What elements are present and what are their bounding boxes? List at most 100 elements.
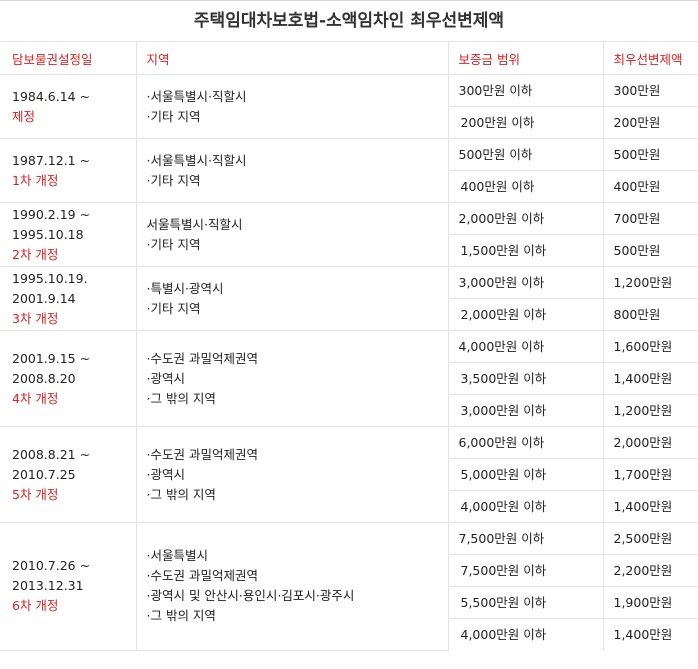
- payout-cell: 2,500만원: [602, 522, 698, 555]
- region-item: ·광역시 및 안산시·용인시·김포시·광주시: [146, 588, 355, 604]
- table-row: 2001.9.15 ~ 2008.8.20 4차 개정 ·수도권 과밀억제권역 ·광역시…: [0, 330, 698, 427]
- payout-cell: 400만원: [602, 170, 698, 203]
- date-text: 1995.10.18: [12, 226, 84, 242]
- date-text: 2013.12.31: [12, 578, 84, 594]
- deposit-range-cell: 500만원 이하: [447, 138, 604, 171]
- date-range-cell: 1990.2.19 ~ 1995.10.18 2차 개정: [0, 202, 137, 267]
- header-region: 지역: [135, 41, 448, 75]
- deposit-range-cell: 2,000만원 이하: [447, 202, 604, 235]
- payout-cell: 800만원: [602, 298, 698, 331]
- region-item: ·광역시: [146, 466, 185, 482]
- deposit-range-cell: 1,500만원 이하: [448, 234, 604, 267]
- payout-cell: 1,700만원: [602, 458, 698, 491]
- deposit-range-cell: 2,000만원 이하: [448, 298, 604, 331]
- payout-cell: 1,400만원: [602, 490, 698, 523]
- date-range-cell: 2008.8.21 ~ 2010.7.25 5차 개정: [0, 426, 137, 523]
- region-item: 서울특별시·직할시: [146, 216, 243, 232]
- region-item: ·기타 지역: [146, 108, 201, 124]
- payout-cell: 500만원: [602, 138, 698, 171]
- deposit-range-cell: 3,500만원 이하: [448, 362, 604, 395]
- header-deposit: 보증금 범위: [447, 41, 603, 75]
- table-body: 1984.6.14 ~ 제정 ·서울특별시·직할시 ·기타 지역 300만원 이하 300…: [0, 74, 698, 651]
- date-range-cell: 2001.9.15 ~ 2008.8.20 4차 개정: [0, 330, 137, 427]
- deposit-range-cell: 300만원 이하: [447, 74, 604, 107]
- date-text: 2001.9.14: [12, 290, 76, 306]
- date-text: 1984.6.14 ~: [12, 88, 91, 104]
- deposit-range-cell: 5,000만원 이하: [448, 458, 604, 491]
- region-cell: ·수도권 과밀억제권역 ·광역시 ·그 밖의 지역: [135, 426, 449, 523]
- date-text: 2010.7.25: [12, 466, 76, 482]
- region-item: ·광역시: [146, 370, 185, 386]
- region-item: ·서울특별시·직할시: [146, 88, 247, 104]
- payout-cell: 2,200만원: [602, 554, 698, 587]
- deposit-range-cell: 200만원 이하: [448, 106, 604, 139]
- deposit-range-cell: 6,000만원 이하: [447, 426, 604, 459]
- date-text: 1990.2.19 ~: [12, 206, 91, 222]
- deposit-range-cell: 3,000만원 이하: [448, 394, 604, 427]
- region-item: ·수도권 과밀억제권역: [146, 568, 258, 584]
- deposit-range-cell: 7,500만원 이하: [448, 554, 604, 587]
- revision-label: 제정: [12, 108, 36, 124]
- revision-label: 3차 개정: [12, 310, 59, 326]
- region-cell: ·수도권 과밀억제권역 ·광역시 ·그 밖의 지역: [135, 330, 449, 427]
- region-item: ·수도권 과밀억제권역: [146, 446, 258, 462]
- region-cell: ·서울특별시·직할시 ·기타 지역: [135, 74, 449, 139]
- revision-label: 1차 개정: [12, 172, 59, 188]
- deposit-range-cell: 400만원 이하: [448, 170, 604, 203]
- table-row: 2010.7.26 ~ 2013.12.31 6차 개정 ·서울특별시 ·수도권 과밀억…: [0, 522, 698, 651]
- date-text: 1995.10.19.: [12, 270, 88, 286]
- date-text: 1987.12.1 ~: [12, 152, 91, 168]
- table-row: 1995.10.19. 2001.9.14 3차 개정 ·특별시·광역시 ·기타 지역 3…: [0, 266, 698, 331]
- region-cell: ·특별시·광역시 ·기타 지역: [135, 266, 449, 331]
- date-range-cell: 1987.12.1 ~ 1차 개정: [0, 138, 137, 203]
- payout-cell: 1,900만원: [602, 586, 698, 619]
- payout-cell: 1,400만원: [602, 362, 698, 395]
- page-title: 주택임대차보호법-소액임차인 최우선변제액: [0, 0, 698, 41]
- page: 주택임대차보호법-소액임차인 최우선변제액 담보물권설정일 지역 보증금 범위 …: [0, 0, 698, 669]
- date-text: 2001.9.15 ~: [12, 350, 91, 366]
- date-range-cell: 1995.10.19. 2001.9.14 3차 개정: [0, 266, 137, 331]
- payout-cell: 300만원: [602, 74, 698, 107]
- date-text: 2008.8.20: [12, 370, 76, 386]
- date-range-cell: 1984.6.14 ~ 제정: [0, 74, 137, 139]
- region-item: ·그 밖의 지역: [146, 486, 216, 502]
- date-range-cell: 2010.7.26 ~ 2013.12.31 6차 개정: [0, 522, 137, 651]
- deposit-range-cell: 4,000만원 이하: [448, 618, 604, 650]
- table-row: 2008.8.21 ~ 2010.7.25 5차 개정 ·수도권 과밀억제권역 ·광역시…: [0, 426, 698, 523]
- region-item: ·기타 지역: [146, 300, 201, 316]
- table-header-row: 담보물권설정일 지역 보증금 범위 최우선변제액: [0, 41, 698, 75]
- region-item: ·서울특별시: [146, 548, 208, 564]
- payout-cell: 1,200만원: [602, 266, 698, 299]
- revision-label: 4차 개정: [12, 390, 59, 406]
- region-item: ·그 밖의 지역: [146, 390, 216, 406]
- region-cell: 서울특별시·직할시 ·기타 지역: [135, 202, 449, 267]
- date-text: 2010.7.26 ~: [12, 558, 91, 574]
- region-item: ·기타 지역: [146, 236, 201, 252]
- revision-label: 2차 개정: [12, 246, 59, 262]
- deposit-table: 담보물권설정일 지역 보증금 범위 최우선변제액 1984.6.14 ~ 제정 ·서…: [0, 41, 698, 651]
- region-cell: ·서울특별시·직할시 ·기타 지역: [135, 138, 449, 203]
- revision-label: 6차 개정: [12, 598, 59, 614]
- payout-cell: 200만원: [602, 106, 698, 139]
- header-payout: 최우선변제액: [602, 41, 698, 75]
- region-item: ·그 밖의 지역: [146, 608, 216, 624]
- deposit-range-cell: 4,000만원 이하: [448, 490, 604, 523]
- deposit-range-cell: 4,000만원 이하: [447, 330, 604, 363]
- region-item: ·서울특별시·직할시: [146, 152, 247, 168]
- region-item: ·특별시·광역시: [146, 280, 224, 296]
- payout-cell: 1,200만원: [602, 394, 698, 427]
- table-row: 1987.12.1 ~ 1차 개정 ·서울특별시·직할시 ·기타 지역 500만원 이하…: [0, 138, 698, 203]
- deposit-range-cell: 3,000만원 이하: [447, 266, 604, 299]
- deposit-range-cell: 7,500만원 이하: [447, 522, 604, 555]
- payout-cell: 2,000만원: [602, 426, 698, 459]
- payout-cell: 1,600만원: [602, 330, 698, 363]
- payout-cell: 500만원: [602, 234, 698, 267]
- region-item: ·수도권 과밀억제권역: [146, 350, 258, 366]
- payout-cell: 1,400만원: [602, 618, 698, 650]
- revision-label: 5차 개정: [12, 486, 59, 502]
- date-text: 2008.8.21 ~: [12, 446, 91, 462]
- deposit-range-cell: 5,500만원 이하: [448, 586, 604, 619]
- header-date: 담보물권설정일: [0, 41, 136, 75]
- payout-cell: 700만원: [602, 202, 698, 235]
- table-row: 1984.6.14 ~ 제정 ·서울특별시·직할시 ·기타 지역 300만원 이하 300…: [0, 74, 698, 139]
